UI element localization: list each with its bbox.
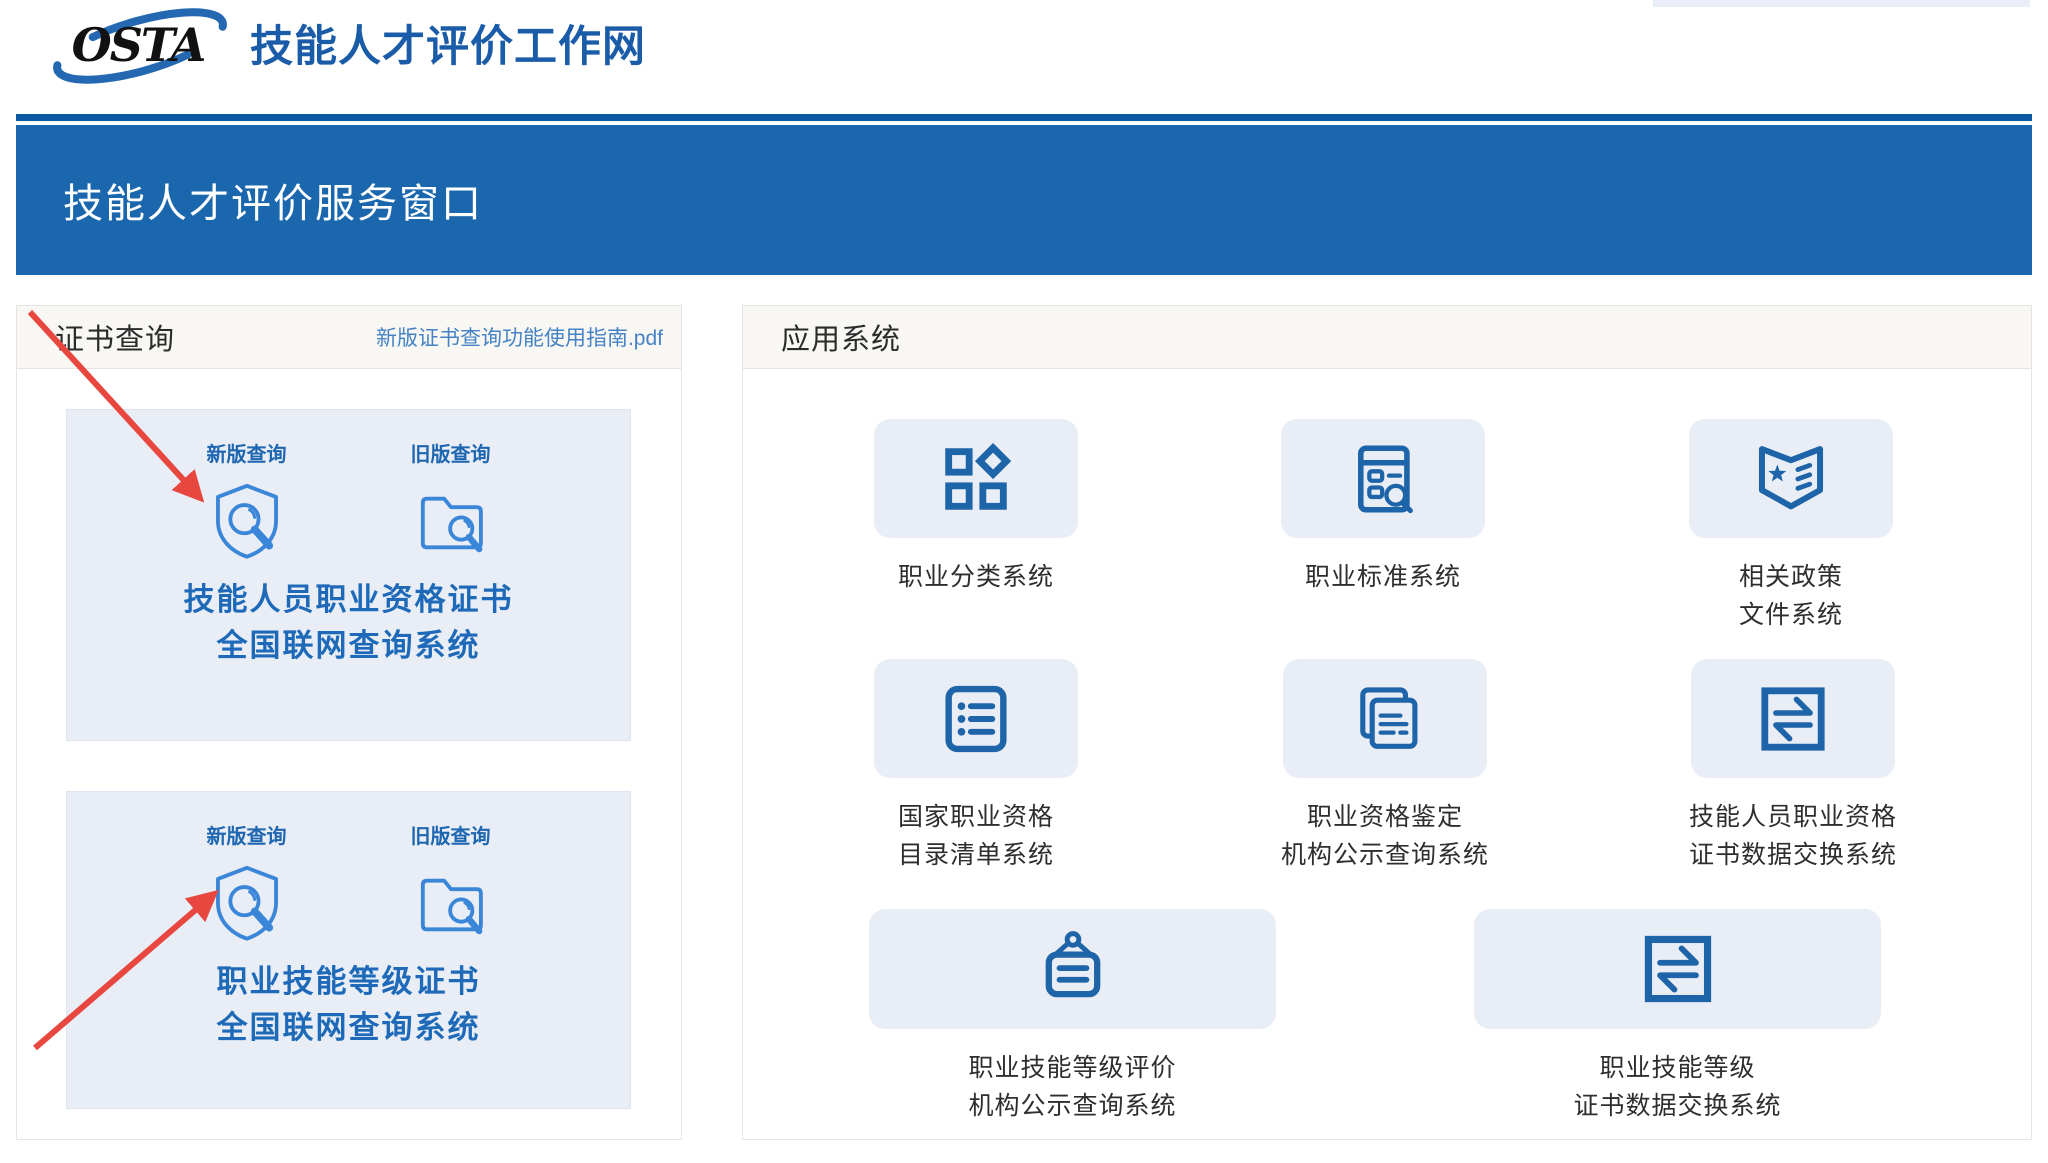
cert-card-title-line[interactable]: 职业技能等级证书 [67, 959, 630, 1005]
banner-top-strip [16, 114, 2032, 121]
app-label-line: 文件系统 [1739, 596, 1843, 634]
app-tile[interactable] [1474, 909, 1881, 1029]
exchange-icon [1752, 678, 1834, 760]
cert-card-skill-level: 新版查询 旧版查询 [66, 791, 631, 1109]
app-tile[interactable] [1283, 659, 1487, 778]
app-tile[interactable] [869, 909, 1276, 1029]
app-item-policy-documents[interactable]: 相关政策 文件系统 [1689, 419, 1893, 634]
shield-search-icon[interactable] [206, 479, 288, 561]
app-label-line: 职业标准系统 [1305, 558, 1461, 596]
app-label-line: 目录清单系统 [898, 836, 1054, 874]
cert-card-title[interactable]: 职业技能等级证书 全国联网查询系统 [67, 959, 630, 1051]
cert-card-title[interactable]: 技能人员职业资格证书 全国联网查询系统 [67, 577, 630, 669]
cert-card-title-line[interactable]: 全国联网查询系统 [67, 1005, 630, 1051]
app-item-skill-level-institution-query[interactable]: 职业技能等级评价 机构公示查询系统 [869, 909, 1276, 1125]
cert-query-panel: 证书查询 新版证书查询功能使用指南.pdf 新版查询 旧版查询 [16, 305, 682, 1140]
document-search-icon [1342, 438, 1424, 520]
osta-logo-icon[interactable]: OSTA [38, 2, 243, 88]
service-banner-title: 技能人才评价服务窗口 [16, 171, 483, 229]
app-label: 相关政策 文件系统 [1739, 558, 1843, 634]
cert-panel-header: 证书查询 新版证书查询功能使用指南.pdf [17, 306, 681, 369]
app-label-line: 职业技能等级评价 [968, 1049, 1176, 1087]
osta-logo-text: OSTA [72, 18, 205, 72]
app-item-occupation-classification[interactable]: 职业分类系统 [874, 419, 1078, 596]
app-tile[interactable] [1281, 419, 1485, 538]
old-query-label[interactable]: 旧版查询 [411, 438, 491, 467]
site-header: OSTA 技能人才评价工作网 [0, 0, 2048, 113]
old-query-label[interactable]: 旧版查询 [411, 820, 491, 849]
apps-panel-title: 应用系统 [781, 316, 901, 358]
book-star-icon [1750, 438, 1832, 520]
apps-panel-header: 应用系统 [743, 306, 2031, 369]
folder-search-icon[interactable] [410, 861, 492, 943]
grid-icon [935, 438, 1017, 520]
app-item-skill-level-data-exchange[interactable]: 职业技能等级 证书数据交换系统 [1474, 909, 1881, 1125]
exchange-icon [1635, 926, 1721, 1012]
app-label: 国家职业资格 目录清单系统 [898, 798, 1054, 874]
cert-panel-title: 证书查询 [55, 316, 175, 358]
query-options: 新版查询 旧版查询 [67, 410, 630, 561]
new-query-label[interactable]: 新版查询 [207, 820, 287, 849]
query-options: 新版查询 旧版查询 [67, 792, 630, 943]
app-tile[interactable] [1689, 419, 1893, 538]
app-label-line: 机构公示查询系统 [968, 1087, 1176, 1125]
shield-search-icon[interactable] [206, 861, 288, 943]
app-label: 职业资格鉴定 机构公示查询系统 [1281, 798, 1489, 874]
site-title: 技能人才评价工作网 [250, 12, 646, 74]
apps-panel: 应用系统 职业分类系统 [742, 305, 2032, 1140]
app-label-line: 技能人员职业资格 [1689, 798, 1897, 836]
new-query-label[interactable]: 新版查询 [207, 438, 287, 467]
guide-pdf-link[interactable]: 新版证书查询功能使用指南.pdf [376, 322, 663, 352]
page: OSTA 技能人才评价工作网 技能人才评价服务窗口 证书查询 新版证书查询功能使… [0, 0, 2048, 1163]
cert-card-skill-qualification: 新版查询 旧版查询 [66, 409, 631, 741]
cert-card-title-line[interactable]: 全国联网查询系统 [67, 623, 630, 669]
app-label: 职业分类系统 [898, 558, 1054, 596]
app-label: 职业技能等级评价 机构公示查询系统 [968, 1049, 1176, 1125]
app-label-line: 职业资格鉴定 [1281, 798, 1489, 836]
app-label-line: 证书数据交换系统 [1573, 1087, 1781, 1125]
app-label-line: 相关政策 [1739, 558, 1843, 596]
new-query-option[interactable]: 新版查询 [163, 820, 331, 943]
app-label-line: 证书数据交换系统 [1689, 836, 1897, 874]
service-banner: 技能人才评价服务窗口 [16, 125, 2032, 275]
app-label: 技能人员职业资格 证书数据交换系统 [1689, 798, 1897, 874]
app-label-line: 国家职业资格 [898, 798, 1054, 836]
folder-search-icon[interactable] [410, 479, 492, 561]
new-query-option[interactable]: 新版查询 [163, 438, 331, 561]
old-query-option[interactable]: 旧版查询 [367, 820, 535, 943]
app-item-appraisal-institution-query[interactable]: 职业资格鉴定 机构公示查询系统 [1281, 659, 1489, 874]
app-tile[interactable] [874, 419, 1078, 538]
badge-icon [1030, 926, 1116, 1012]
app-label: 职业标准系统 [1305, 558, 1461, 596]
app-label-line: 职业技能等级 [1573, 1049, 1781, 1087]
list-icon [935, 678, 1017, 760]
app-label-line: 职业分类系统 [898, 558, 1054, 596]
app-label-line: 机构公示查询系统 [1281, 836, 1489, 874]
corner-strip [1653, 0, 2030, 7]
app-item-occupation-standard[interactable]: 职业标准系统 [1281, 419, 1485, 596]
pages-icon [1344, 678, 1426, 760]
app-label: 职业技能等级 证书数据交换系统 [1573, 1049, 1781, 1125]
cert-card-title-line[interactable]: 技能人员职业资格证书 [67, 577, 630, 623]
app-tile[interactable] [1691, 659, 1895, 778]
app-item-qualification-data-exchange[interactable]: 技能人员职业资格 证书数据交换系统 [1689, 659, 1897, 874]
app-tile[interactable] [874, 659, 1078, 778]
old-query-option[interactable]: 旧版查询 [367, 438, 535, 561]
app-item-national-qualification-list[interactable]: 国家职业资格 目录清单系统 [874, 659, 1078, 874]
